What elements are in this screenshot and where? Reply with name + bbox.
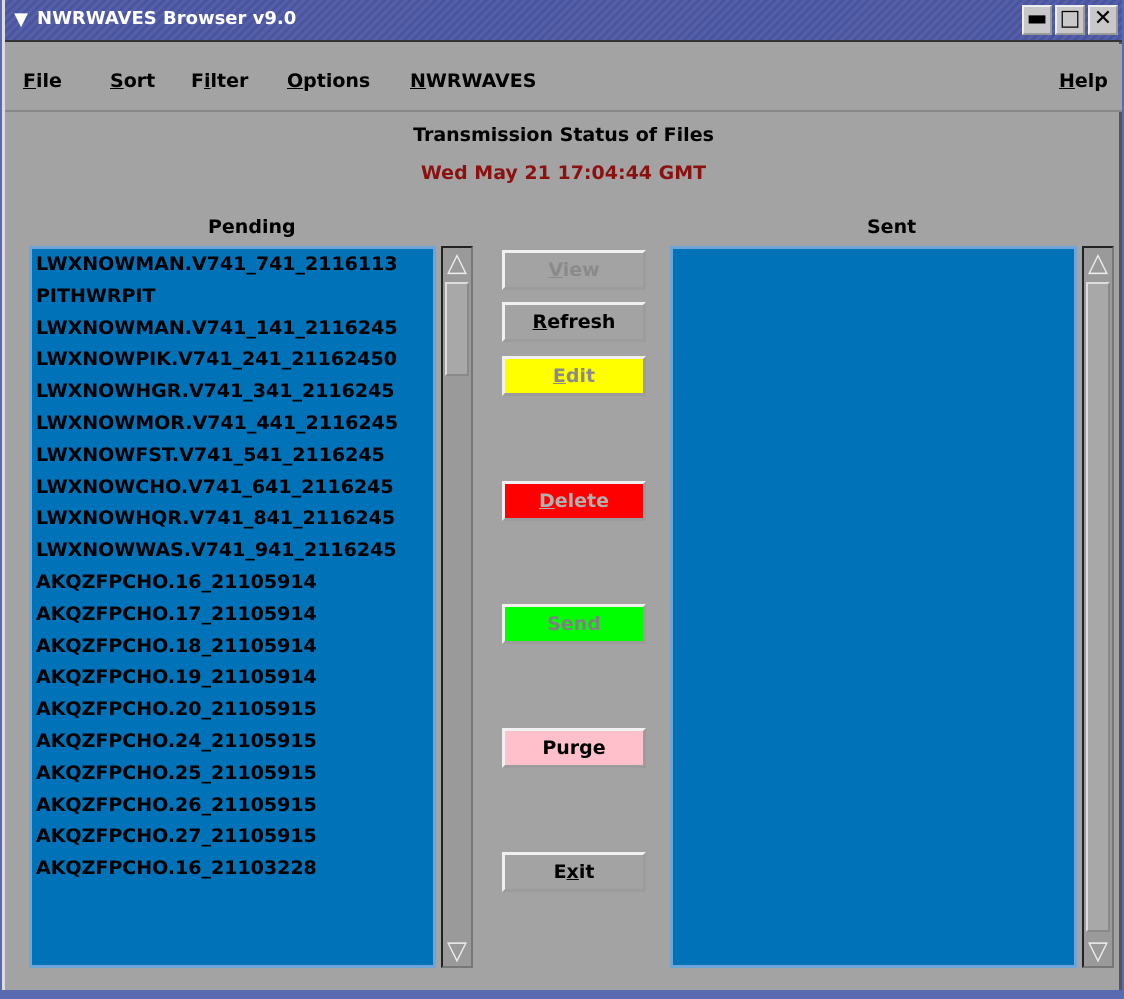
- list-item[interactable]: AKQZFPCHO.20_21105915: [32, 694, 433, 726]
- menu-sort-label: ort: [123, 70, 156, 92]
- edit-button[interactable]: Edit: [502, 356, 646, 396]
- list-item[interactable]: AKQZFPCHO.19_21105914: [32, 662, 433, 694]
- menu-nwrwaves-mnemonic: N: [410, 70, 426, 92]
- list-item[interactable]: LWXNOWCHO.V741_641_2116245: [32, 472, 433, 504]
- edit-mnemonic: E: [552, 365, 566, 387]
- exit-prefix: E: [553, 861, 567, 883]
- menu-filter[interactable]: Filter: [191, 70, 248, 92]
- menu-sort[interactable]: Sort: [110, 70, 155, 92]
- menu-bar: File Sort Filter Options NWRWAVES Help: [5, 44, 1122, 112]
- list-item[interactable]: AKQZFPCHO.25_21105915: [32, 758, 433, 790]
- list-item[interactable]: AKQZFPCHO.17_21105914: [32, 599, 433, 631]
- send-label: Send: [547, 613, 601, 635]
- exit-button[interactable]: Exit: [502, 852, 646, 892]
- list-item[interactable]: LWXNOWWAS.V741_941_2116245: [32, 535, 433, 567]
- close-button[interactable]: ✕: [1088, 5, 1118, 35]
- list-item[interactable]: AKQZFPCHO.24_21105915: [32, 726, 433, 758]
- view-button[interactable]: View: [502, 250, 646, 290]
- delete-label: elete: [554, 490, 610, 512]
- scroll-thumb[interactable]: [445, 282, 469, 376]
- send-button[interactable]: Send: [502, 604, 646, 644]
- status-time: Wed May 21 17:04:44 GMT: [420, 162, 707, 184]
- sent-scrollbar[interactable]: △ ▽: [1082, 246, 1114, 968]
- exit-mnemonic: x: [566, 861, 579, 883]
- list-item[interactable]: AKQZFPCHO.16_21103228: [32, 853, 433, 885]
- menu-file-label: ile: [35, 70, 62, 92]
- menu-sort-mnemonic: S: [110, 70, 124, 92]
- sent-label: Sent: [867, 216, 917, 238]
- window-menu-icon[interactable]: ▼: [11, 10, 31, 30]
- menu-help-label: elp: [1074, 70, 1108, 92]
- menu-filter-prefix: F: [191, 70, 204, 92]
- menu-file[interactable]: File: [23, 70, 62, 92]
- list-item[interactable]: AKQZFPCHO.26_21105915: [32, 790, 433, 822]
- maximize-button[interactable]: □: [1055, 5, 1085, 35]
- pending-scrollbar[interactable]: △ ▽: [441, 246, 473, 968]
- list-item[interactable]: LWXNOWHGR.V741_341_2116245: [32, 376, 433, 408]
- purge-label: Purge: [542, 737, 606, 759]
- scroll-thumb[interactable]: [1086, 282, 1110, 932]
- list-item[interactable]: AKQZFPCHO.18_21105914: [32, 631, 433, 663]
- delete-mnemonic: D: [538, 490, 555, 512]
- list-item[interactable]: LWXNOWMAN.V741_141_2116245: [32, 313, 433, 345]
- delete-button[interactable]: Delete: [502, 481, 646, 521]
- refresh-button[interactable]: Refresh: [502, 302, 646, 342]
- list-item[interactable]: AKQZFPCHO.16_21105914: [32, 567, 433, 599]
- pending-label: Pending: [208, 216, 296, 238]
- list-item[interactable]: LWXNOWMOR.V741_441_2116245: [32, 408, 433, 440]
- minimize-button[interactable]: ▬: [1022, 5, 1052, 35]
- list-item[interactable]: PITHWRPIT: [32, 281, 433, 313]
- status-title: Transmission Status of Files: [413, 124, 714, 146]
- scroll-up-arrow-icon[interactable]: △: [444, 248, 470, 278]
- list-item[interactable]: LWXNOWPIK.V741_241_21162450: [32, 344, 433, 376]
- pending-list[interactable]: LWXNOWMAN.V741_741_2116113 PITHWRPIT LWXNO…: [29, 246, 436, 968]
- menu-help[interactable]: Help: [1059, 70, 1108, 92]
- app-window: ▼ NWRWAVES Browser v9.0 ▬ □ ✕ File Sort …: [2, 0, 1122, 990]
- list-item[interactable]: LWXNOWFST.V741_541_2116245: [32, 440, 433, 472]
- menu-file-mnemonic: F: [23, 70, 36, 92]
- menu-filter-label: lter: [210, 70, 249, 92]
- menu-help-mnemonic: H: [1059, 70, 1075, 92]
- sent-list[interactable]: [670, 246, 1077, 968]
- refresh-mnemonic: R: [532, 311, 548, 333]
- menu-options-mnemonic: O: [287, 70, 304, 92]
- scroll-down-arrow-icon[interactable]: ▽: [444, 936, 470, 966]
- menu-nwrwaves[interactable]: NWRWAVES: [410, 70, 536, 92]
- title-bar[interactable]: ▼ NWRWAVES Browser v9.0 ▬ □ ✕: [5, 0, 1122, 42]
- list-item[interactable]: LWXNOWMAN.V741_741_2116113: [32, 249, 433, 281]
- list-item[interactable]: AKQZFPCHO.27_21105915: [32, 821, 433, 853]
- window-title: NWRWAVES Browser v9.0: [37, 8, 297, 29]
- view-mnemonic: V: [548, 259, 563, 281]
- exit-label: it: [578, 861, 595, 883]
- list-item[interactable]: LWXNOWHQR.V741_841_2116245: [32, 503, 433, 535]
- menu-options[interactable]: Options: [287, 70, 370, 92]
- refresh-label: efresh: [547, 311, 616, 333]
- edit-label: dit: [565, 365, 596, 387]
- scroll-down-arrow-icon[interactable]: ▽: [1085, 936, 1111, 966]
- menu-nwrwaves-label: WRWAVES: [425, 70, 537, 92]
- purge-button[interactable]: Purge: [502, 728, 646, 768]
- menu-options-label: ptions: [303, 70, 371, 92]
- view-label: iew: [562, 259, 600, 281]
- scroll-up-arrow-icon[interactable]: △: [1085, 248, 1111, 278]
